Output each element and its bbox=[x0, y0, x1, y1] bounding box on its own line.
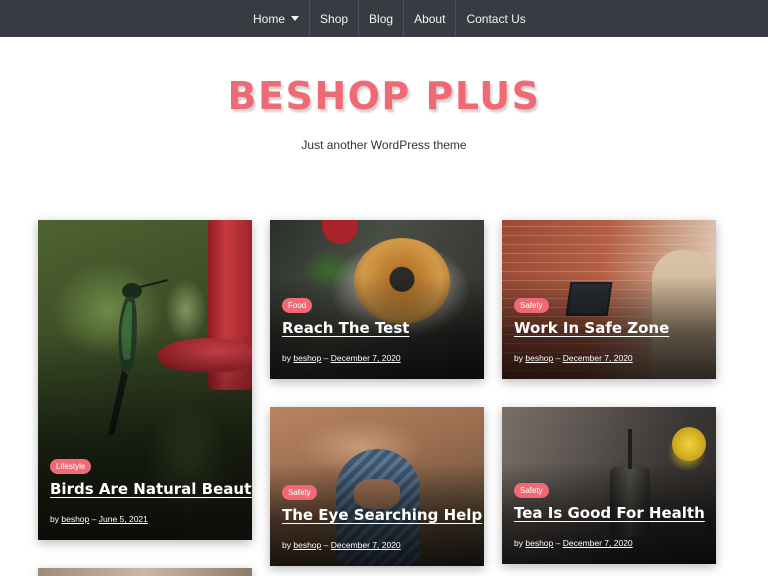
date-link[interactable]: December 7, 2020 bbox=[563, 353, 633, 363]
post-card-work-in-safe-zone[interactable]: Safety Work In Safe Zone by beshop – Dec… bbox=[502, 220, 716, 379]
top-navigation: Home Shop Blog About Contact Us bbox=[0, 0, 768, 37]
post-meta: by beshop – December 7, 2020 bbox=[282, 353, 401, 363]
post-card-birds[interactable]: Lifestyle Birds Are Natural Beauty by be… bbox=[38, 220, 252, 540]
author-link[interactable]: beshop bbox=[525, 538, 553, 548]
post-thumbnail[interactable] bbox=[38, 568, 252, 576]
chevron-down-icon[interactable] bbox=[291, 16, 300, 21]
nav-item-label: About bbox=[414, 11, 446, 26]
post-card-eye-searching-help[interactable]: Safety The Eye Searching Help by beshop … bbox=[270, 407, 484, 566]
nav-item-home[interactable]: Home bbox=[243, 0, 309, 37]
post-meta: by beshop – December 7, 2020 bbox=[282, 540, 401, 550]
date-link[interactable]: December 7, 2020 bbox=[331, 540, 401, 550]
category-badge[interactable]: Food bbox=[282, 298, 313, 313]
image-overlay bbox=[38, 332, 252, 540]
meta-by: by bbox=[282, 353, 291, 363]
post-title[interactable]: Tea Is Good For Health bbox=[514, 504, 708, 522]
category-badge[interactable]: Safety bbox=[514, 483, 549, 498]
nav-item-about[interactable]: About bbox=[403, 0, 455, 37]
author-link[interactable]: beshop bbox=[293, 540, 321, 550]
post-title[interactable]: Reach The Test bbox=[282, 319, 476, 337]
category-badge[interactable]: Safety bbox=[514, 298, 549, 313]
author-link[interactable]: beshop bbox=[293, 353, 321, 363]
date-link[interactable]: December 7, 2020 bbox=[331, 353, 401, 363]
category-badge[interactable]: Lifestyle bbox=[50, 459, 92, 474]
meta-by: by bbox=[282, 540, 291, 550]
nav-menu: Home Shop Blog About Contact Us bbox=[243, 0, 536, 37]
nav-item-label: Home bbox=[253, 11, 286, 26]
nav-item-shop[interactable]: Shop bbox=[309, 0, 358, 37]
post-card-partial[interactable] bbox=[38, 568, 252, 576]
post-title[interactable]: Birds Are Natural Beauty bbox=[50, 480, 252, 498]
date-link[interactable]: June 5, 2021 bbox=[99, 514, 148, 524]
post-meta: by beshop – December 7, 2020 bbox=[514, 353, 633, 363]
nav-item-label: Shop bbox=[320, 11, 349, 26]
meta-by: by bbox=[514, 538, 523, 548]
meta-by: by bbox=[50, 514, 59, 524]
meta-separator: – bbox=[323, 540, 329, 550]
post-title[interactable]: The Eye Searching Help bbox=[282, 506, 482, 524]
nav-item-blog[interactable]: Blog bbox=[358, 0, 403, 37]
meta-separator: – bbox=[555, 353, 561, 363]
post-card-reach-the-test[interactable]: Food Reach The Test by beshop – December… bbox=[270, 220, 484, 379]
author-link[interactable]: beshop bbox=[61, 514, 89, 524]
category-badge[interactable]: Safety bbox=[282, 485, 317, 500]
nav-item-label: Contact Us bbox=[466, 11, 526, 26]
author-link[interactable]: beshop bbox=[525, 353, 553, 363]
site-description: Just another WordPress theme bbox=[301, 138, 467, 152]
meta-separator: – bbox=[323, 353, 329, 363]
meta-by: by bbox=[514, 353, 523, 363]
glass-shape bbox=[322, 220, 358, 244]
flower-shape bbox=[672, 427, 706, 461]
nav-item-contact-us[interactable]: Contact Us bbox=[455, 0, 535, 37]
meta-separator: – bbox=[91, 514, 97, 524]
meta-separator: – bbox=[555, 538, 561, 548]
post-meta: by beshop – June 5, 2021 bbox=[50, 514, 148, 524]
site-title[interactable]: BESHOP PLUS bbox=[0, 74, 768, 118]
date-link[interactable]: December 7, 2020 bbox=[563, 538, 633, 548]
post-title[interactable]: Work In Safe Zone bbox=[514, 319, 708, 337]
post-card-tea-is-good[interactable]: Safety Tea Is Good For Health by beshop … bbox=[502, 407, 716, 564]
post-meta: by beshop – December 7, 2020 bbox=[514, 538, 633, 548]
nav-item-label: Blog bbox=[369, 11, 394, 26]
